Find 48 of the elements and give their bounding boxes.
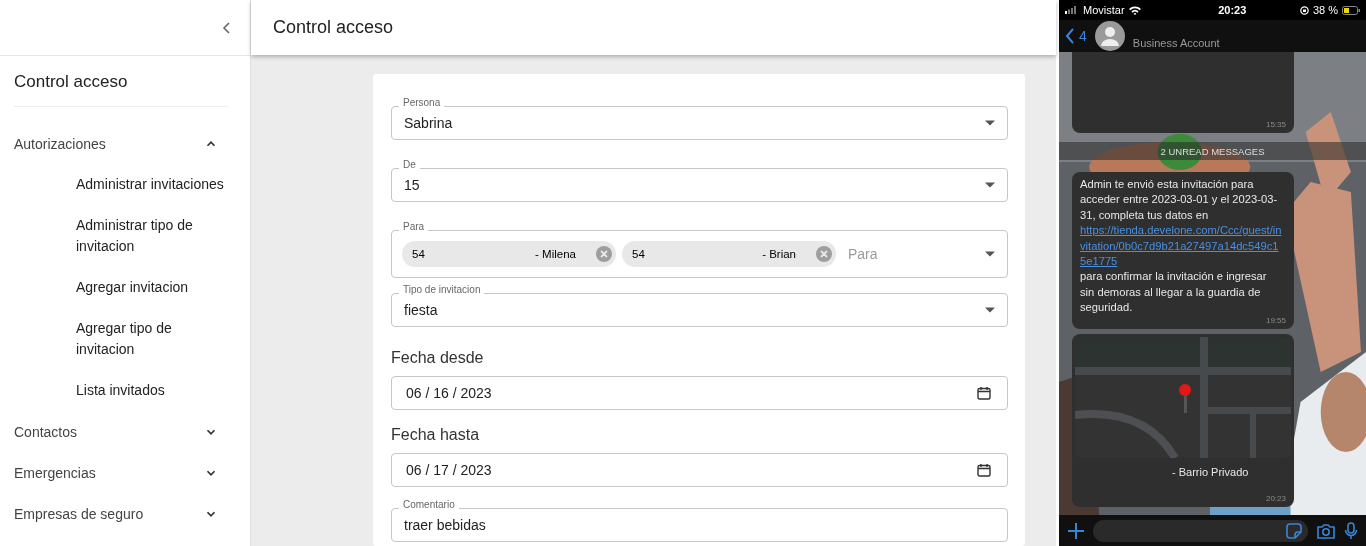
avatar-icon[interactable] [1094, 21, 1125, 51]
date-field[interactable]: 06 / 17 / 2023 [391, 453, 1008, 487]
recipient-chip[interactable]: 54 - Brian [622, 241, 836, 267]
field-label: Fecha desde [391, 349, 485, 367]
field-label: Para [399, 221, 429, 232]
date-field[interactable]: 06 / 16 / 2023 [391, 376, 1008, 410]
sidebar-item[interactable]: Emergencias [14, 452, 228, 493]
battery-percent: 38 % [1312, 4, 1338, 16]
dropdown-caret-icon [985, 251, 995, 257]
sidebar-item[interactable]: Contactos [14, 411, 228, 452]
sticker-icon[interactable] [1286, 522, 1302, 539]
sidebar-item[interactable]: Autorizaciones [14, 123, 228, 164]
dropdown-caret-icon [985, 307, 995, 313]
page-title: Control acceso [273, 17, 394, 38]
sidebar-subitem[interactable]: Agregar tipo de invitacion [76, 308, 226, 370]
wifi-icon [1128, 5, 1141, 15]
field-label: Persona [399, 97, 445, 108]
calendar-icon[interactable] [977, 386, 991, 400]
field-label: Tipo de invitacion [399, 284, 485, 295]
carrier-name: Movistar [1083, 4, 1125, 16]
sidebar-subitem[interactable]: Administrar tipo de invitacion [76, 205, 226, 267]
camera-icon[interactable] [1316, 522, 1336, 539]
sidebar-item[interactable]: Empresas de seguro [14, 493, 228, 534]
calendar-icon[interactable] [977, 463, 991, 477]
rotation-lock-icon [1299, 5, 1309, 15]
field-label: Comentario [399, 499, 459, 510]
contact-subtitle: Business Account [1132, 37, 1220, 49]
sidebar-subitem[interactable]: Administrar invitaciones [76, 164, 226, 205]
select-field[interactable]: Sabrina [391, 106, 1008, 140]
message-input[interactable] [1093, 519, 1308, 542]
sidebar-title: Control acceso [14, 72, 228, 107]
field-placeholder: Para [848, 246, 878, 262]
recipient-chip[interactable]: 54 - Milena [402, 241, 616, 267]
field-label: De [399, 159, 420, 170]
sidebar-subitem[interactable]: Lista invitados [76, 370, 226, 411]
multi-select-field[interactable]: 54 - Milena 54 - Brian Para [391, 230, 1008, 278]
sidebar-subitem[interactable]: Agregar invitacion [76, 267, 226, 308]
select-field[interactable]: 15 [391, 168, 1008, 202]
add-icon[interactable] [1067, 521, 1085, 540]
text-field[interactable]: traer bebidas [391, 508, 1008, 542]
dropdown-caret-icon [985, 120, 995, 126]
microphone-icon[interactable] [1344, 521, 1358, 540]
signal-icon [1065, 6, 1079, 14]
status-time: 20:23 [1217, 4, 1247, 16]
dropdown-caret-icon [985, 182, 995, 188]
back-button[interactable]: 4 [1065, 28, 1087, 44]
field-label: Fecha hasta [391, 426, 481, 444]
battery-icon [1342, 5, 1360, 15]
